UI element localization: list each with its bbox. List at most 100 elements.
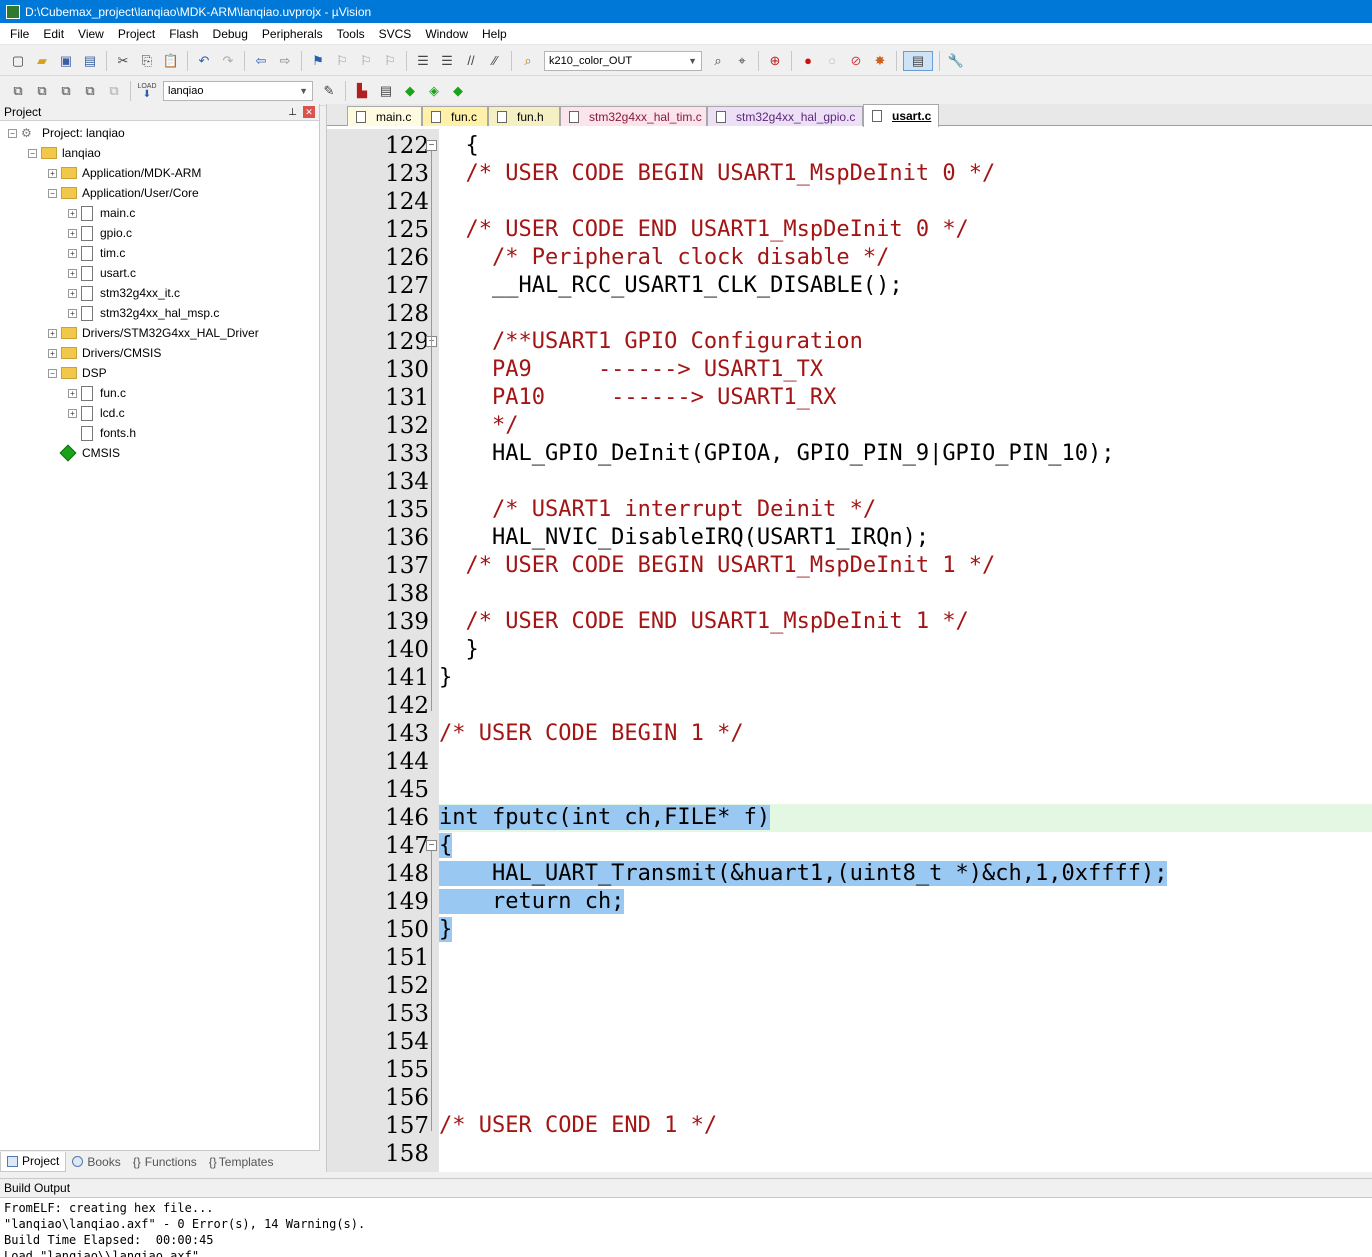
target-options-icon[interactable]: ✎ — [319, 81, 339, 101]
unindent-icon[interactable]: ☰ — [437, 51, 457, 71]
stop-build-icon[interactable]: ⧉ — [104, 81, 124, 101]
cut-icon[interactable]: ✂ — [113, 51, 133, 71]
tab-fun-c[interactable]: fun.c — [422, 106, 488, 126]
copy-icon[interactable]: ⎘ — [137, 51, 157, 71]
navigate-forward-icon[interactable]: ⇨ — [275, 51, 295, 71]
batch-build-icon[interactable]: ⧉ — [80, 81, 100, 101]
select-packs-icon[interactable]: ◈ — [424, 81, 444, 101]
incremental-find-icon[interactable]: ⌖ — [732, 51, 752, 71]
comment-icon[interactable]: // — [461, 51, 481, 71]
tab-usart-c[interactable]: usart.c — [863, 104, 939, 127]
expand-icon[interactable]: + — [68, 248, 77, 258]
config-combo[interactable]: k210_color_OUT ▼ — [544, 50, 702, 71]
tab-functions[interactable]: {} Functions — [127, 1152, 203, 1172]
code-area[interactable]: { /* USER CODE BEGIN USART1_MspDeInit 0 … — [439, 129, 1372, 1172]
disable-breakpoint-icon[interactable]: ○ — [822, 51, 842, 71]
tree-file-fun-c[interactable]: + fun.c — [68, 383, 126, 403]
menu-tools[interactable]: Tools — [330, 27, 372, 41]
new-file-icon[interactable]: ▢ — [8, 51, 28, 71]
indent-icon[interactable]: ☰ — [413, 51, 433, 71]
tree-file-fonts-h[interactable]: fonts.h — [81, 423, 136, 443]
kill-breakpoints-icon[interactable]: ✸ — [870, 51, 890, 71]
tree-group-user-core[interactable]: − Application/User/Core — [48, 183, 199, 203]
tab-project[interactable]: Project — [0, 1151, 67, 1172]
target-combo[interactable]: lanqiao ▼ — [163, 80, 313, 101]
tree-file-usart-c[interactable]: + usart.c — [68, 263, 136, 283]
tree-file-it-c[interactable]: + stm32g4xx_it.c — [68, 283, 180, 303]
tree-file-gpio-c[interactable]: + gpio.c — [68, 223, 132, 243]
build-output-pane[interactable]: FromELF: creating hex file... "lanqiao\la… — [0, 1197, 1372, 1257]
prev-bookmark-icon[interactable]: ⚐ — [332, 51, 352, 71]
find-icon[interactable]: ⌕ — [708, 51, 728, 71]
expand-icon[interactable]: + — [68, 388, 77, 398]
clear-bookmarks-icon[interactable]: ⚐ — [380, 51, 400, 71]
fold-toggle-icon[interactable]: − — [426, 140, 437, 151]
expand-icon[interactable]: + — [68, 228, 77, 238]
bookmark-icon[interactable]: ⚑ — [308, 51, 328, 71]
collapse-icon[interactable]: − — [48, 368, 57, 378]
navigate-back-icon[interactable]: ⇦ — [251, 51, 271, 71]
uncomment-icon[interactable]: ⁄⁄ — [485, 51, 505, 71]
menu-help[interactable]: Help — [475, 27, 514, 41]
pack-installer-icon[interactable]: ◆ — [400, 81, 420, 101]
expand-icon[interactable]: + — [68, 208, 77, 218]
window-layout-icon[interactable]: ▤ — [903, 50, 933, 71]
disable-all-breakpoints-icon[interactable]: ⊘ — [846, 51, 866, 71]
build-icon[interactable]: ⧉ — [32, 81, 52, 101]
menu-svcs[interactable]: SVCS — [372, 27, 419, 41]
fold-toggle-icon[interactable]: − — [426, 840, 437, 851]
save-icon[interactable]: ▣ — [56, 51, 76, 71]
download-icon[interactable]: LOAD ⬇ — [137, 81, 157, 101]
tree-group-dsp[interactable]: − DSP — [48, 363, 107, 383]
tree-group-hal-driver[interactable]: + Drivers/STM32G4xx_HAL_Driver — [48, 323, 259, 343]
collapse-icon[interactable]: − — [28, 148, 37, 158]
tree-target-lanqiao[interactable]: − lanqiao — [28, 143, 101, 163]
next-bookmark-icon[interactable]: ⚐ — [356, 51, 376, 71]
collapse-icon[interactable]: − — [8, 128, 17, 138]
tab-books[interactable]: Books — [66, 1152, 126, 1172]
paste-icon[interactable]: 📋 — [161, 51, 181, 71]
undo-icon[interactable]: ↶ — [194, 51, 214, 71]
menu-peripherals[interactable]: Peripherals — [255, 27, 330, 41]
collapse-icon[interactable]: − — [48, 188, 57, 198]
expand-icon[interactable]: + — [48, 168, 57, 178]
expand-icon[interactable]: + — [48, 328, 57, 338]
expand-icon[interactable]: + — [48, 348, 57, 358]
menu-edit[interactable]: Edit — [36, 27, 71, 41]
menu-flash[interactable]: Flash — [162, 27, 205, 41]
debug-session-icon[interactable]: ⊕ — [765, 51, 785, 71]
rebuild-icon[interactable]: ⧉ — [56, 81, 76, 101]
configure-icon[interactable]: 🔧 — [946, 51, 966, 71]
expand-icon[interactable]: + — [68, 288, 77, 298]
menu-view[interactable]: View — [71, 27, 111, 41]
breakpoint-icon[interactable]: ● — [798, 51, 818, 71]
pin-icon[interactable]: ⊥ — [288, 107, 297, 118]
tree-file-lcd-c[interactable]: + lcd.c — [68, 403, 125, 423]
tab-hal-tim-c[interactable]: stm32g4xx_hal_tim.c — [560, 106, 707, 126]
tree-file-tim-c[interactable]: + tim.c — [68, 243, 125, 263]
tree-project-root[interactable]: − ⚙ Project: lanqiao — [8, 123, 125, 143]
tree-group-cmsis[interactable]: + Drivers/CMSIS — [48, 343, 161, 363]
tab-main-c[interactable]: main.c — [347, 106, 422, 126]
tree-group-mdk-arm[interactable]: + Application/MDK-ARM — [48, 163, 201, 183]
menu-project[interactable]: Project — [111, 27, 162, 41]
redo-icon[interactable]: ↷ — [218, 51, 238, 71]
tab-hal-gpio-c[interactable]: stm32g4xx_hal_gpio.c — [707, 106, 863, 126]
save-all-icon[interactable]: ▤ — [80, 51, 100, 71]
translate-icon[interactable]: ⧉ — [8, 81, 28, 101]
open-folder-icon[interactable]: ▰ — [32, 51, 52, 71]
tab-fun-h[interactable]: fun.h — [488, 106, 560, 126]
tab-templates[interactable]: {} Templates — [203, 1152, 280, 1172]
menu-debug[interactable]: Debug — [206, 27, 255, 41]
tree-file-main-c[interactable]: + main.c — [68, 203, 135, 223]
tree-file-hal-msp-c[interactable]: + stm32g4xx_hal_msp.c — [68, 303, 219, 323]
manage-components-icon[interactable]: ▙ — [352, 81, 372, 101]
menu-file[interactable]: File — [3, 27, 36, 41]
file-extensions-icon[interactable]: ▤ — [376, 81, 396, 101]
find-in-files-icon[interactable]: ⌕ — [518, 51, 538, 71]
menu-window[interactable]: Window — [418, 27, 475, 41]
run-time-environment-icon[interactable]: ◆ — [448, 81, 468, 101]
expand-icon[interactable]: + — [68, 408, 77, 418]
expand-icon[interactable]: + — [68, 308, 77, 318]
tree-cmsis-component[interactable]: CMSIS — [59, 443, 120, 463]
